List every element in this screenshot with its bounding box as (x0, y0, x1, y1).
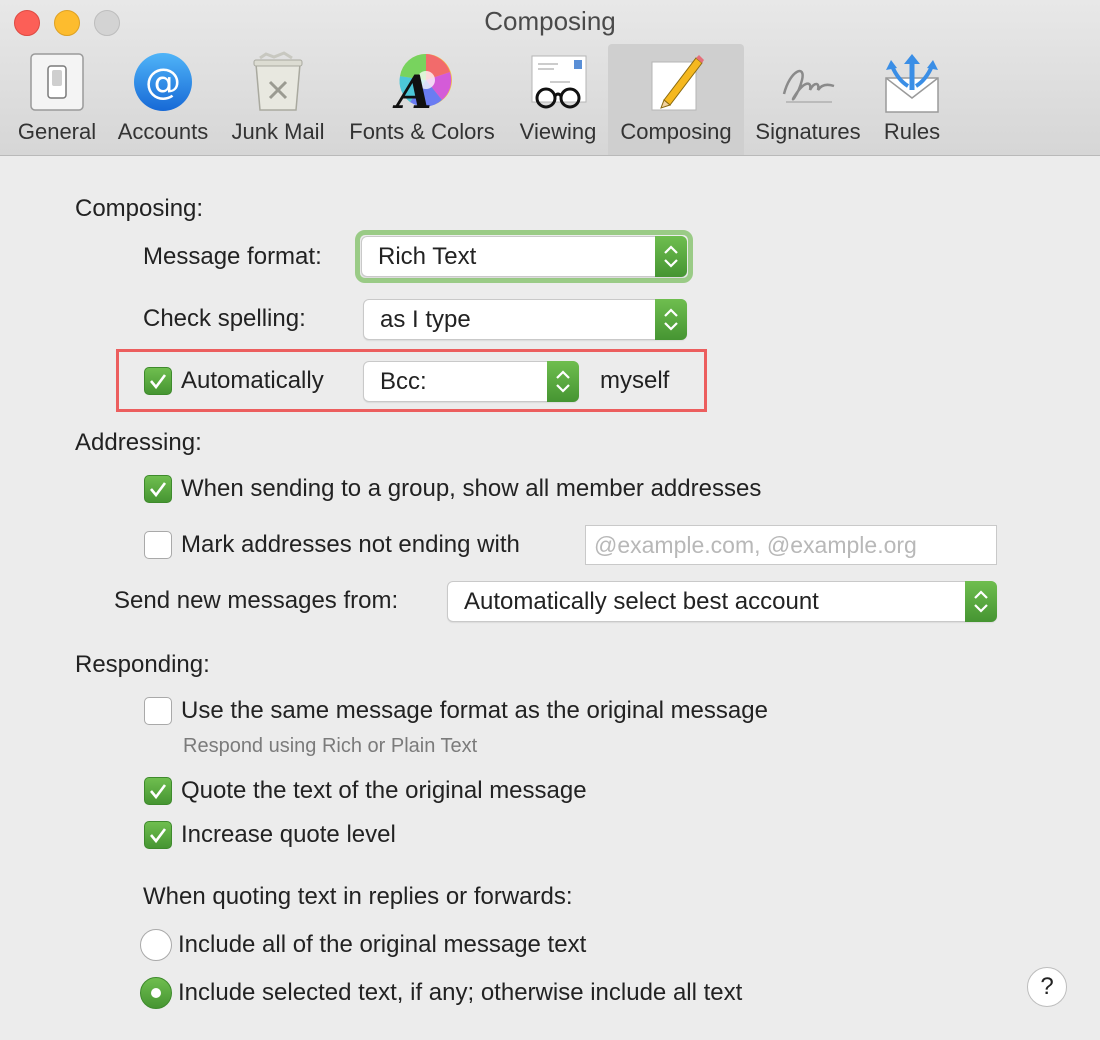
tab-label: Viewing (519, 119, 597, 144)
check-spelling-value: as I type (380, 306, 471, 333)
checkmark-icon (150, 374, 167, 390)
trash-can-icon (246, 50, 310, 114)
tab-label: Signatures (755, 119, 861, 144)
tab-label: Accounts (117, 119, 209, 144)
tab-label: Junk Mail (231, 119, 325, 144)
auto-bcc-popup[interactable]: Bcc: (363, 361, 579, 402)
tab-label: Fonts & Colors (349, 119, 495, 144)
check-spelling-popup[interactable]: as I type (363, 299, 687, 340)
envelope-arrows-icon (880, 50, 944, 114)
addressing-heading: Addressing: (75, 429, 202, 456)
message-format-popup[interactable]: Rich Text (361, 236, 687, 277)
include-all-radio[interactable] (140, 929, 172, 961)
tab-signatures[interactable]: Signatures (748, 44, 868, 155)
tab-general[interactable]: General (8, 44, 106, 155)
auto-label: Automatically (181, 367, 324, 394)
increase-quote-label: Increase quote level (181, 821, 396, 848)
checkmark-icon (150, 828, 167, 844)
increase-quote-checkbox[interactable] (144, 821, 172, 849)
include-selected-radio[interactable] (140, 977, 172, 1009)
glasses-icon (526, 50, 590, 114)
composing-heading: Composing: (75, 195, 204, 222)
at-sign-icon: @ (131, 50, 195, 114)
message-format-label: Message format: (143, 243, 322, 270)
window-title: Composing (484, 6, 616, 36)
chevron-updown-icon (655, 299, 687, 340)
help-button[interactable]: ? (1027, 967, 1067, 1007)
domain-field[interactable] (585, 525, 997, 565)
auto-bcc-value: Bcc: (380, 368, 427, 395)
group-addresses-label: When sending to a group, show all member… (181, 475, 762, 502)
font-color-wheel-icon: A (390, 50, 454, 119)
include-selected-label: Include selected text, if any; otherwise… (178, 979, 743, 1006)
mark-addresses-label: Mark addresses not ending with (181, 531, 520, 558)
svg-text:A: A (392, 65, 432, 114)
same-format-checkbox[interactable] (144, 697, 172, 725)
svg-text:@: @ (145, 62, 181, 103)
auto-suffix-label: myself (600, 367, 670, 394)
message-format-value: Rich Text (378, 243, 477, 270)
toolbar: Composing General @ Accounts Junk Mail A… (0, 0, 1100, 156)
signature-icon (776, 50, 840, 114)
switch-icon (25, 50, 89, 114)
send-from-value: Automatically select best account (464, 588, 819, 615)
quoting-heading: When quoting text in replies or forwards… (143, 883, 573, 910)
tab-label: General (17, 119, 97, 144)
group-addresses-checkbox[interactable] (144, 475, 172, 503)
same-format-label: Use the same message format as the origi… (181, 697, 768, 724)
tab-viewing[interactable]: Viewing (510, 44, 606, 155)
pencil-paper-icon (644, 50, 708, 114)
same-format-hint: Respond using Rich or Plain Text (183, 735, 478, 757)
radio-dot-icon (151, 988, 161, 998)
tab-fonts-colors[interactable]: A Fonts & Colors (338, 44, 506, 155)
quote-text-checkbox[interactable] (144, 777, 172, 805)
send-from-label: Send new messages from: (114, 587, 399, 614)
checkmark-icon (150, 482, 167, 498)
tab-composing[interactable]: Composing (608, 44, 744, 155)
domain-input[interactable] (586, 526, 996, 564)
checkmark-icon (150, 784, 167, 800)
tab-junk-mail[interactable]: Junk Mail (222, 44, 334, 155)
check-spelling-label: Check spelling: (143, 305, 306, 332)
tab-label: Composing (620, 119, 732, 144)
send-from-popup[interactable]: Automatically select best account (447, 581, 997, 622)
chevron-updown-icon (655, 236, 687, 277)
tab-accounts[interactable]: @ Accounts (108, 44, 218, 155)
chevron-updown-icon (965, 581, 997, 622)
include-all-label: Include all of the original message text (178, 931, 587, 958)
auto-checkbox[interactable] (144, 367, 172, 395)
quote-text-label: Quote the text of the original message (181, 777, 587, 804)
mark-addresses-checkbox[interactable] (144, 531, 172, 559)
tab-rules[interactable]: Rules (870, 44, 954, 155)
tab-label: Rules (883, 119, 941, 144)
preferences-window: Composing General @ Accounts Junk Mail A… (0, 0, 1100, 1040)
responding-heading: Responding: (75, 651, 210, 678)
chevron-updown-icon (547, 361, 579, 402)
